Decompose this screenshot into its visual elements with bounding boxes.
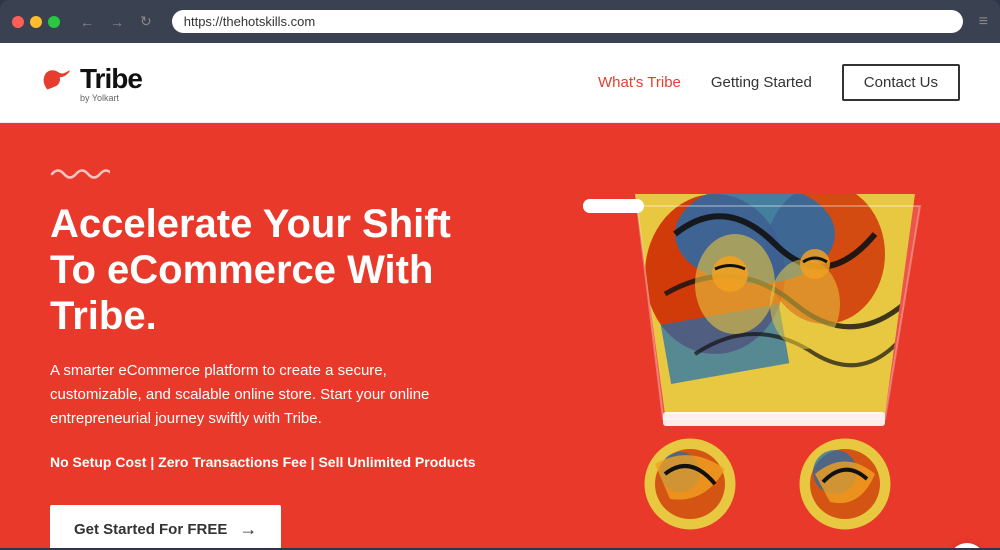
hero-features: No Setup Cost | Zero Transactions Fee | … [50,451,500,473]
forward-button[interactable]: → [106,12,128,32]
logo-subtitle: by Yolkart [80,93,142,103]
back-button[interactable]: ← [76,12,98,32]
browser-menu-button[interactable]: ≡ [979,13,988,31]
address-bar[interactable]: https://thehotskills.com [172,10,963,33]
contact-us-button[interactable]: Contact Us [842,64,960,101]
minimize-button[interactable] [30,16,42,28]
website-content: Tribe by Yolkart What's Tribe Getting St… [0,43,1000,548]
hero-left: Accelerate Your Shift To eCommerce With … [0,123,550,548]
hero-description: A smarter eCommerce platform to create a… [50,359,430,431]
logo-text: Tribe [80,63,142,95]
hero-right [550,123,1000,548]
browser-titlebar: ← → ↻ https://thehotskills.com ≡ [0,0,1000,43]
cta-label: Get Started For FREE [74,521,227,538]
browser-nav: ← → ↻ [76,11,156,32]
hero-section: Accelerate Your Shift To eCommerce With … [0,123,1000,548]
nav-getting-started[interactable]: Getting Started [711,74,812,91]
logo-bird-icon [40,65,76,93]
site-navbar: Tribe by Yolkart What's Tribe Getting St… [0,43,1000,123]
logo-area: Tribe by Yolkart [40,63,142,103]
hero-title: Accelerate Your Shift To eCommerce With … [50,201,500,339]
logo[interactable]: Tribe [40,63,142,95]
nav-whats-tribe[interactable]: What's Tribe [598,74,681,91]
maximize-button[interactable] [48,16,60,28]
hero-wave-decoration [50,163,500,189]
cta-arrow-icon: → [239,519,257,540]
get-started-button[interactable]: Get Started For FREE → [50,505,281,548]
close-button[interactable] [12,16,24,28]
refresh-button[interactable]: ↻ [136,11,156,32]
nav-links: What's Tribe Getting Started Contact Us [598,64,960,101]
traffic-lights [12,16,60,28]
url-text: https://thehotskills.com [184,14,316,29]
cart-illustration [575,154,975,548]
browser-window: ← → ↻ https://thehotskills.com ≡ Tribe b… [0,0,1000,548]
